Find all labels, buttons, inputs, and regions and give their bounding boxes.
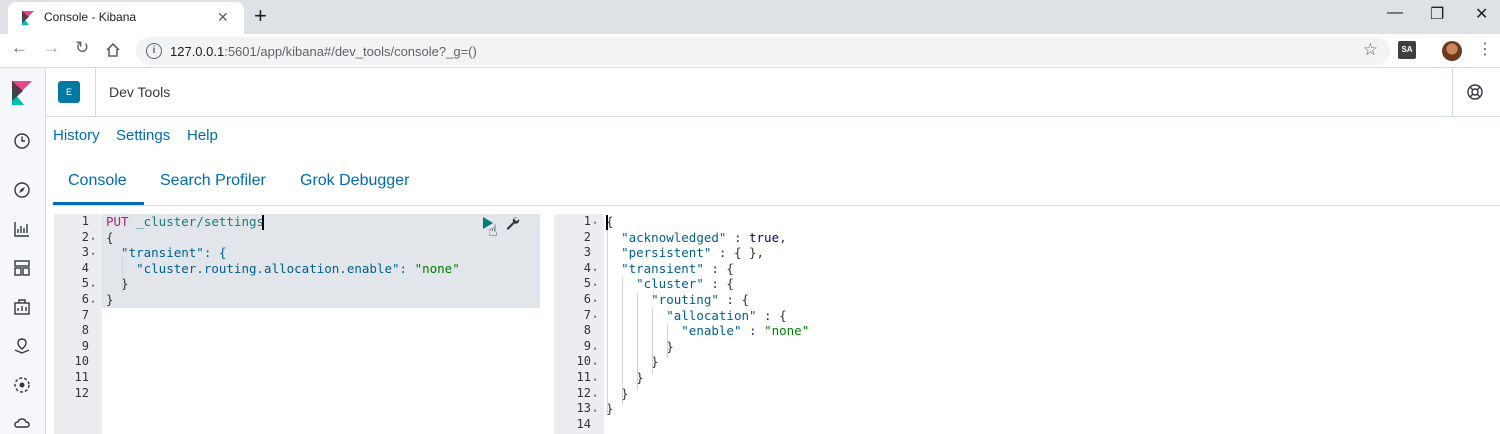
tab-console[interactable]: Console — [68, 172, 127, 190]
extension-icon[interactable]: SA — [1398, 41, 1416, 59]
response-line: "acknowledged" : true, — [621, 229, 787, 245]
wrench-icon[interactable] — [504, 215, 520, 231]
request-editor[interactable]: 1 2 ▾ 3 ▾ 4 5 ▴ 6 ▴ 7 8 9 10 11 12 PUT _cluster/setting… — [54, 214, 540, 434]
close-tab-icon[interactable]: ✕ — [217, 9, 229, 26]
line-number: 6 ▴ — [54, 292, 100, 308]
tab-search-profiler[interactable]: Search Profiler — [160, 172, 266, 190]
line-number: 5 ▾ — [554, 276, 602, 292]
response-line: } — [606, 385, 629, 401]
line-number: 1 — [81, 214, 89, 228]
line-number: 11 — [74, 370, 89, 384]
indent-guide — [637, 293, 638, 390]
help-lifebuoy-icon[interactable] — [1466, 83, 1484, 101]
line-number: 1 ▾ — [554, 214, 602, 230]
response-line: } — [606, 354, 659, 370]
visualize-icon[interactable] — [13, 220, 31, 238]
line-number: 7 ▾ — [554, 308, 602, 324]
request-line: "cluster.routing.allocation.enable": "no… — [106, 260, 460, 276]
line-number: 12 — [74, 385, 89, 400]
settings-link[interactable]: Settings — [116, 127, 170, 144]
response-editor[interactable]: 1 ▾ 2 3 4 ▾ 5 ▾ 6 ▾ 7 ▾ 8 9 ▴ 10 ▴ 11 ▴ 12 ▴ 13 ▴ 14 { "acknowl… — [554, 214, 1496, 434]
line-number: 2 ▾ — [54, 230, 100, 246]
request-line: } — [106, 292, 114, 307]
line-number: 5 ▴ — [54, 276, 100, 292]
line-number: 10 ▴ — [554, 354, 602, 370]
response-line: "persistent" : { }, — [621, 245, 765, 261]
browser-tabstrip: Console - Kibana ✕ + — ❐ ✕ — [0, 0, 1500, 34]
help-link[interactable]: Help — [187, 127, 218, 144]
line-number: 11 ▴ — [554, 370, 602, 386]
indent-guide — [667, 324, 668, 358]
bookmark-star-icon[interactable]: ☆ — [1363, 40, 1378, 60]
forward-icon[interactable]: → — [43, 38, 60, 58]
line-number: 3 ▾ — [54, 245, 100, 261]
maximize-icon[interactable]: ❐ — [1430, 4, 1444, 24]
response-line: "transient" : { — [621, 260, 734, 276]
url-text: 127.0.0.1:5601/app/kibana#/dev_tools/con… — [170, 44, 477, 59]
space-avatar[interactable]: E — [58, 81, 80, 103]
indent-guide — [122, 255, 123, 293]
reload-icon[interactable]: ↻ — [75, 38, 89, 58]
browser-toolbar: ← → ↻ i 127.0.0.1:5601/app/kibana#/dev_t… — [0, 34, 1500, 68]
indent-guide — [607, 222, 608, 413]
history-link[interactable]: History — [53, 127, 100, 144]
minimize-icon[interactable]: — — [1387, 4, 1403, 22]
machine-learning-icon[interactable] — [13, 376, 31, 394]
profile-avatar[interactable] — [1442, 41, 1462, 61]
address-bar[interactable]: i 127.0.0.1:5601/app/kibana#/dev_tools/c… — [136, 37, 1390, 65]
request-line-method: PUT _cluster/settings — [106, 214, 265, 229]
infrastructure-icon[interactable] — [13, 415, 31, 433]
line-number: 8 — [583, 323, 591, 338]
request-line: "transient": { — [106, 245, 227, 261]
recently-viewed-icon[interactable] — [13, 132, 31, 150]
line-number: 9 — [81, 338, 89, 353]
site-info-icon[interactable]: i — [146, 43, 162, 59]
kibana-header: E Dev Tools — [46, 68, 1500, 117]
header-divider — [95, 68, 96, 117]
new-tab-button[interactable]: + — [254, 3, 267, 29]
response-line: "allocation" : { — [666, 307, 787, 323]
tabs-divider — [52, 205, 1500, 206]
dashboard-icon[interactable] — [13, 259, 31, 277]
back-icon[interactable]: ← — [11, 38, 28, 58]
request-line: { — [106, 229, 114, 245]
close-window-icon[interactable]: ✕ — [1475, 4, 1488, 24]
line-number: 4 — [81, 260, 89, 275]
line-number: 10 — [74, 354, 89, 369]
line-number: 8 — [81, 323, 89, 338]
kibana-side-nav — [0, 68, 46, 434]
line-number: 4 ▾ — [554, 261, 602, 277]
kibana-logo-icon[interactable] — [11, 81, 33, 105]
line-number: 13 ▴ — [554, 401, 602, 417]
indent-guide — [622, 277, 623, 405]
maps-icon[interactable] — [13, 337, 31, 355]
line-number: 2 — [583, 229, 591, 244]
home-icon[interactable] — [105, 42, 121, 58]
canvas-icon[interactable] — [13, 298, 31, 316]
header-divider-right — [1452, 68, 1453, 117]
kibana-favicon-icon — [22, 11, 34, 25]
response-line: } — [606, 338, 674, 354]
line-number: 6 ▾ — [554, 292, 602, 308]
tab-grok-debugger[interactable]: Grok Debugger — [300, 172, 409, 190]
indent-guide — [652, 308, 653, 374]
pointer-hand-icon: ☝ — [488, 223, 498, 240]
line-number: 3 — [583, 245, 591, 260]
text-cursor — [606, 215, 608, 230]
page-title: Dev Tools — [109, 84, 171, 100]
line-number: 9 ▴ — [554, 339, 602, 355]
line-number: 12 ▴ — [554, 386, 602, 402]
response-line: "cluster" : { — [636, 276, 734, 292]
line-number: 14 — [576, 416, 591, 431]
browser-tab[interactable]: Console - Kibana ✕ — [8, 2, 244, 34]
browser-menu-icon[interactable]: ⋮ — [1477, 39, 1493, 59]
line-number: 7 — [81, 307, 89, 322]
text-cursor — [262, 215, 264, 230]
tab-title: Console - Kibana — [44, 10, 137, 24]
discover-compass-icon[interactable] — [13, 181, 31, 199]
request-line: } — [106, 276, 129, 292]
response-line: "routing" : { — [651, 292, 749, 307]
